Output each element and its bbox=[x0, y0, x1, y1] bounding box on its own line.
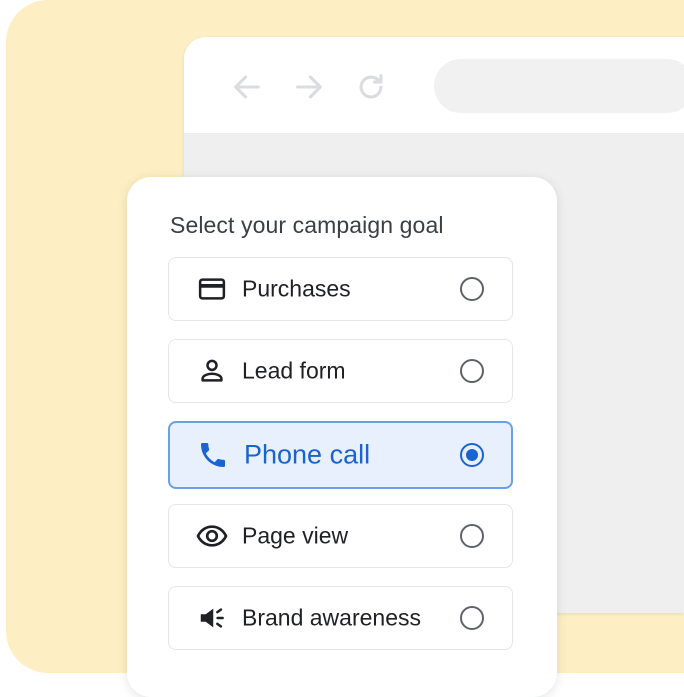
option-label: Lead form bbox=[242, 357, 346, 384]
card-title: Select your campaign goal bbox=[170, 212, 444, 238]
address-bar[interactable] bbox=[434, 59, 684, 113]
credit-card-icon bbox=[196, 273, 228, 305]
radio-button[interactable] bbox=[460, 359, 484, 383]
option-phone-call[interactable]: Phone call bbox=[168, 421, 513, 489]
campaign-goal-card: Select your campaign goal Purchases Lead… bbox=[127, 177, 557, 697]
radio-button[interactable] bbox=[460, 277, 484, 301]
radio-button[interactable] bbox=[460, 524, 484, 548]
option-brand-awareness[interactable]: Brand awareness bbox=[168, 586, 513, 650]
option-label: Page view bbox=[242, 522, 349, 549]
option-label: Brand awareness bbox=[242, 604, 421, 631]
megaphone-icon bbox=[196, 602, 228, 634]
radio-selected-dot bbox=[466, 449, 478, 461]
radio-button[interactable] bbox=[460, 606, 484, 630]
option-label: Phone call bbox=[244, 439, 371, 470]
person-icon bbox=[196, 355, 228, 387]
radio-button-selected[interactable] bbox=[460, 443, 484, 467]
phone-icon bbox=[197, 439, 229, 471]
option-page-view[interactable]: Page view bbox=[168, 504, 513, 568]
back-arrow-icon[interactable] bbox=[230, 70, 264, 104]
option-label: Purchases bbox=[242, 275, 351, 302]
eye-icon bbox=[196, 520, 228, 552]
forward-arrow-icon[interactable] bbox=[292, 70, 326, 104]
reload-icon[interactable] bbox=[354, 70, 388, 104]
browser-toolbar bbox=[184, 37, 684, 134]
option-purchases[interactable]: Purchases bbox=[168, 257, 513, 321]
option-lead-form[interactable]: Lead form bbox=[168, 339, 513, 403]
